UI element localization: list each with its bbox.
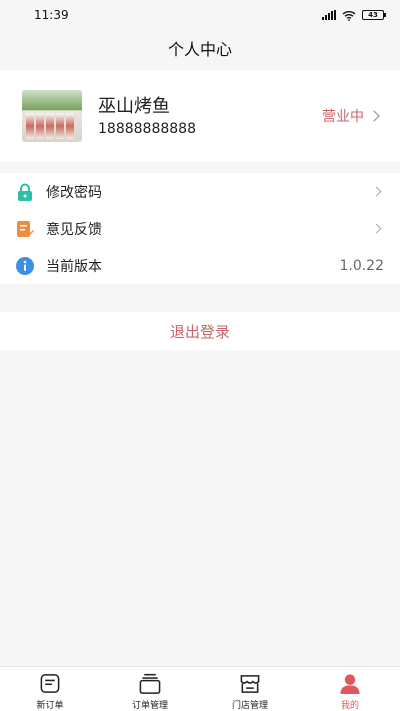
store-phone: 18888888888 [98, 120, 196, 137]
profile-card[interactable]: 巫山烤鱼 18888888888 营业中 [0, 70, 400, 162]
chevron-right-icon [371, 223, 382, 234]
menu-item-feedback[interactable]: 意见反馈 [0, 210, 400, 247]
info-icon [16, 256, 34, 275]
tab-new-order[interactable]: 新订单 [0, 667, 100, 711]
business-status-label: 营业中 [322, 109, 364, 125]
tab-label: 门店管理 [231, 701, 268, 711]
chevron-right-icon [368, 110, 380, 122]
store-manage-icon [240, 675, 260, 693]
order-manage-icon [139, 673, 161, 694]
tab-mine[interactable]: 我的 [300, 667, 400, 711]
tab-order-management[interactable]: 订单管理 [100, 667, 200, 711]
store-avatar [22, 90, 82, 142]
tab-label: 新订单 [36, 701, 64, 711]
menu-item-version: 当前版本 1.0.22 [0, 247, 400, 284]
lock-icon [16, 183, 34, 201]
profile-info: 巫山烤鱼 18888888888 [98, 96, 196, 137]
signal-icon [322, 10, 336, 20]
new-order-icon [40, 674, 60, 693]
menu-item-change-password[interactable]: 修改密码 [0, 173, 400, 210]
version-number: 1.0.22 [339, 257, 384, 274]
menu-item-label: 修改密码 [46, 184, 102, 201]
logout-button[interactable]: 退出登录 [0, 312, 400, 350]
feedback-icon [16, 220, 34, 238]
menu-list: 修改密码 意见反馈 当前版本 1.0.22 [0, 173, 400, 284]
screen: 11:39 43 个人中心 巫山烤鱼 18888888888 营业中 修改密码 … [0, 0, 400, 711]
status-icons: 43 [322, 10, 386, 21]
status-time: 11:39 [34, 8, 69, 22]
profile-icon [340, 674, 360, 695]
tab-store-management[interactable]: 门店管理 [200, 667, 300, 711]
menu-item-label: 意见反馈 [46, 221, 102, 238]
tab-label: 订单管理 [131, 701, 168, 711]
tab-label: 我的 [340, 701, 359, 711]
page-title: 个人中心 [167, 40, 232, 59]
business-status-button[interactable]: 营业中 [322, 106, 380, 126]
logout-label: 退出登录 [169, 322, 230, 341]
chevron-right-icon [371, 186, 382, 197]
store-name: 巫山烤鱼 [98, 95, 170, 117]
menu-item-label: 当前版本 [46, 258, 102, 275]
nav-bar: 个人中心 [0, 30, 400, 66]
tab-bar: 新订单 订单管理 门店管理 我的 [0, 666, 400, 711]
status-bar: 11:39 43 [0, 0, 400, 30]
battery-icon: 43 [362, 10, 386, 20]
wifi-icon [342, 10, 356, 21]
